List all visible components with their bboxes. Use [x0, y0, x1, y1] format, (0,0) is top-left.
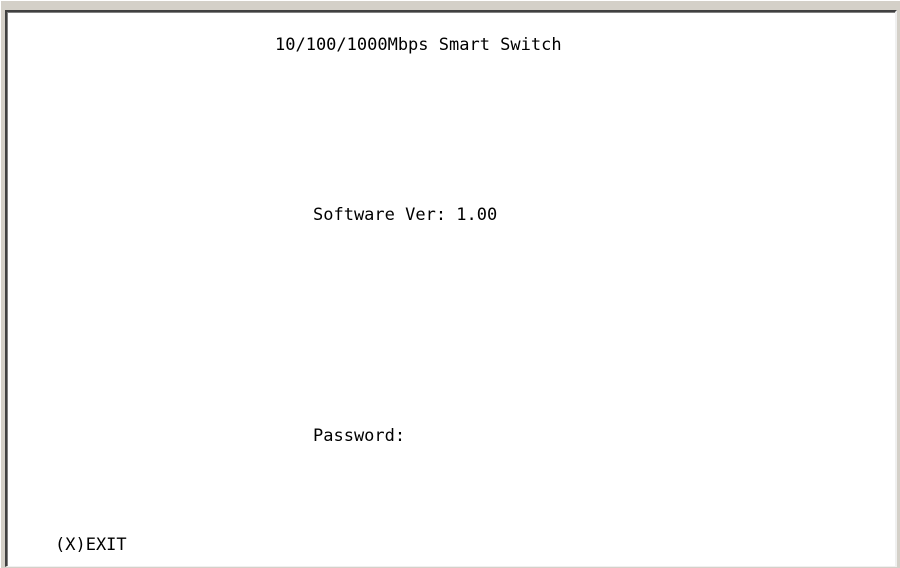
exit-option[interactable]: (X)EXIT [55, 535, 127, 555]
switch-title: 10/100/1000Mbps Smart Switch [275, 35, 562, 55]
password-input[interactable] [405, 426, 616, 446]
terminal-screen[interactable]: 10/100/1000Mbps Smart Switch Software Ve… [5, 10, 897, 567]
terminal-window: 10/100/1000Mbps Smart Switch Software Ve… [0, 0, 900, 568]
password-row: Password: [313, 426, 616, 446]
software-version: Software Ver: 1.00 [313, 205, 498, 225]
password-label: Password: [313, 426, 406, 446]
